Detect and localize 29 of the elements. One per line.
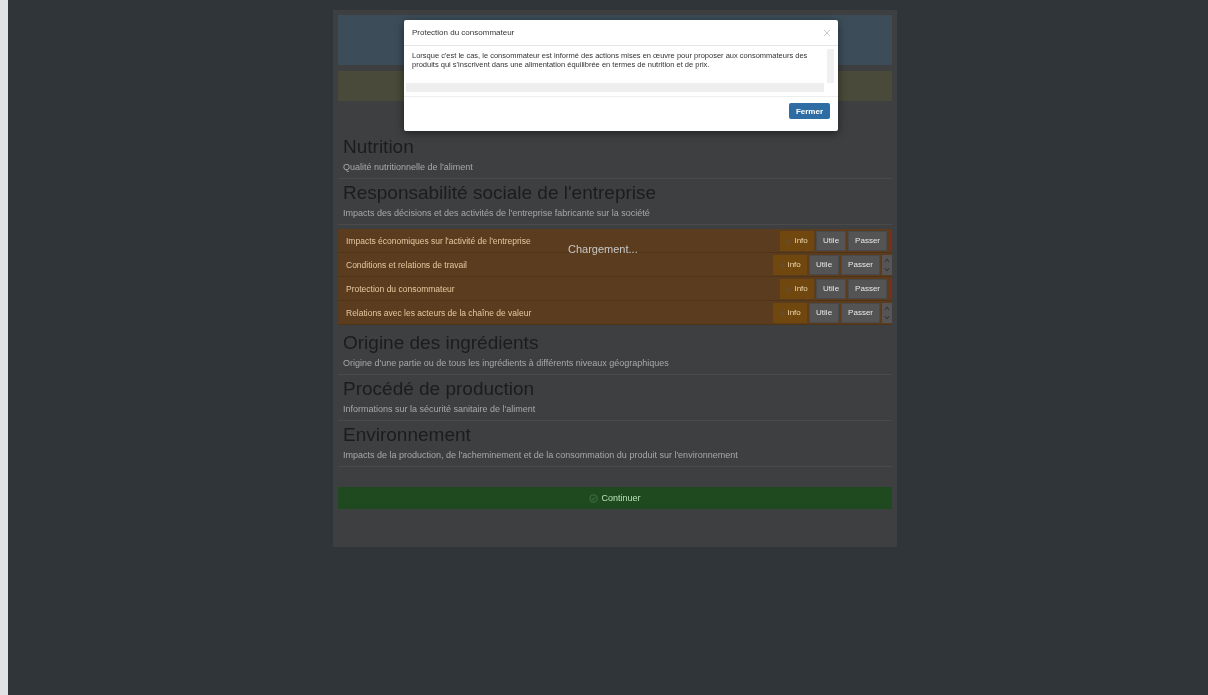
skip-button[interactable]: Passer bbox=[848, 230, 887, 251]
close-icon[interactable] bbox=[824, 29, 830, 36]
section-description: Qualité nutritionnelle de l'aliment bbox=[343, 162, 474, 172]
info-button[interactable]: Info bbox=[773, 254, 808, 275]
section-description: Impacts de la production, de l'acheminement et de la consommation du produit sur l'environnement bbox=[343, 450, 739, 460]
loading-text: Chargement... bbox=[568, 243, 638, 255]
spinner-control[interactable] bbox=[882, 254, 892, 275]
criterion-label: Relations avec les acteurs de la chaîne de valeur bbox=[346, 307, 532, 318]
info-button[interactable]: Info bbox=[780, 230, 815, 251]
check-circle-icon bbox=[589, 493, 599, 503]
useful-button[interactable]: Utile bbox=[816, 278, 847, 299]
section-description: Impacts des décisions et des activités de l'entreprise fabricante sur la société bbox=[343, 208, 651, 218]
criterion-label: Impacts économiques sur l'activité de l'entreprise bbox=[346, 235, 531, 246]
useful-button[interactable]: Utile bbox=[809, 302, 840, 323]
spinner-control[interactable] bbox=[882, 302, 892, 323]
criterion-label: Conditions et relations de travail bbox=[346, 259, 467, 270]
useful-button[interactable]: Utile bbox=[816, 230, 847, 251]
info-button[interactable]: Info bbox=[780, 278, 815, 299]
section-description: Origine d'une partie ou de tous les ingrédients à différents niveaux géographiques bbox=[343, 358, 670, 368]
skip-button[interactable]: Passer bbox=[848, 278, 887, 299]
info-button[interactable]: Info bbox=[773, 302, 808, 323]
skip-button[interactable]: Passer bbox=[841, 254, 880, 275]
criterion-label: Protection du consommateur bbox=[346, 283, 455, 294]
useful-button[interactable]: Utile bbox=[809, 254, 840, 275]
skip-button[interactable]: Passer bbox=[841, 302, 880, 323]
continue-button[interactable]: Continuer bbox=[338, 487, 892, 509]
modal-title: Protection du consommateur bbox=[412, 28, 515, 37]
section-description: Informations sur la sécurité sanitaire de l'aliment bbox=[343, 404, 537, 414]
close-button[interactable]: Fermer bbox=[788, 103, 830, 119]
